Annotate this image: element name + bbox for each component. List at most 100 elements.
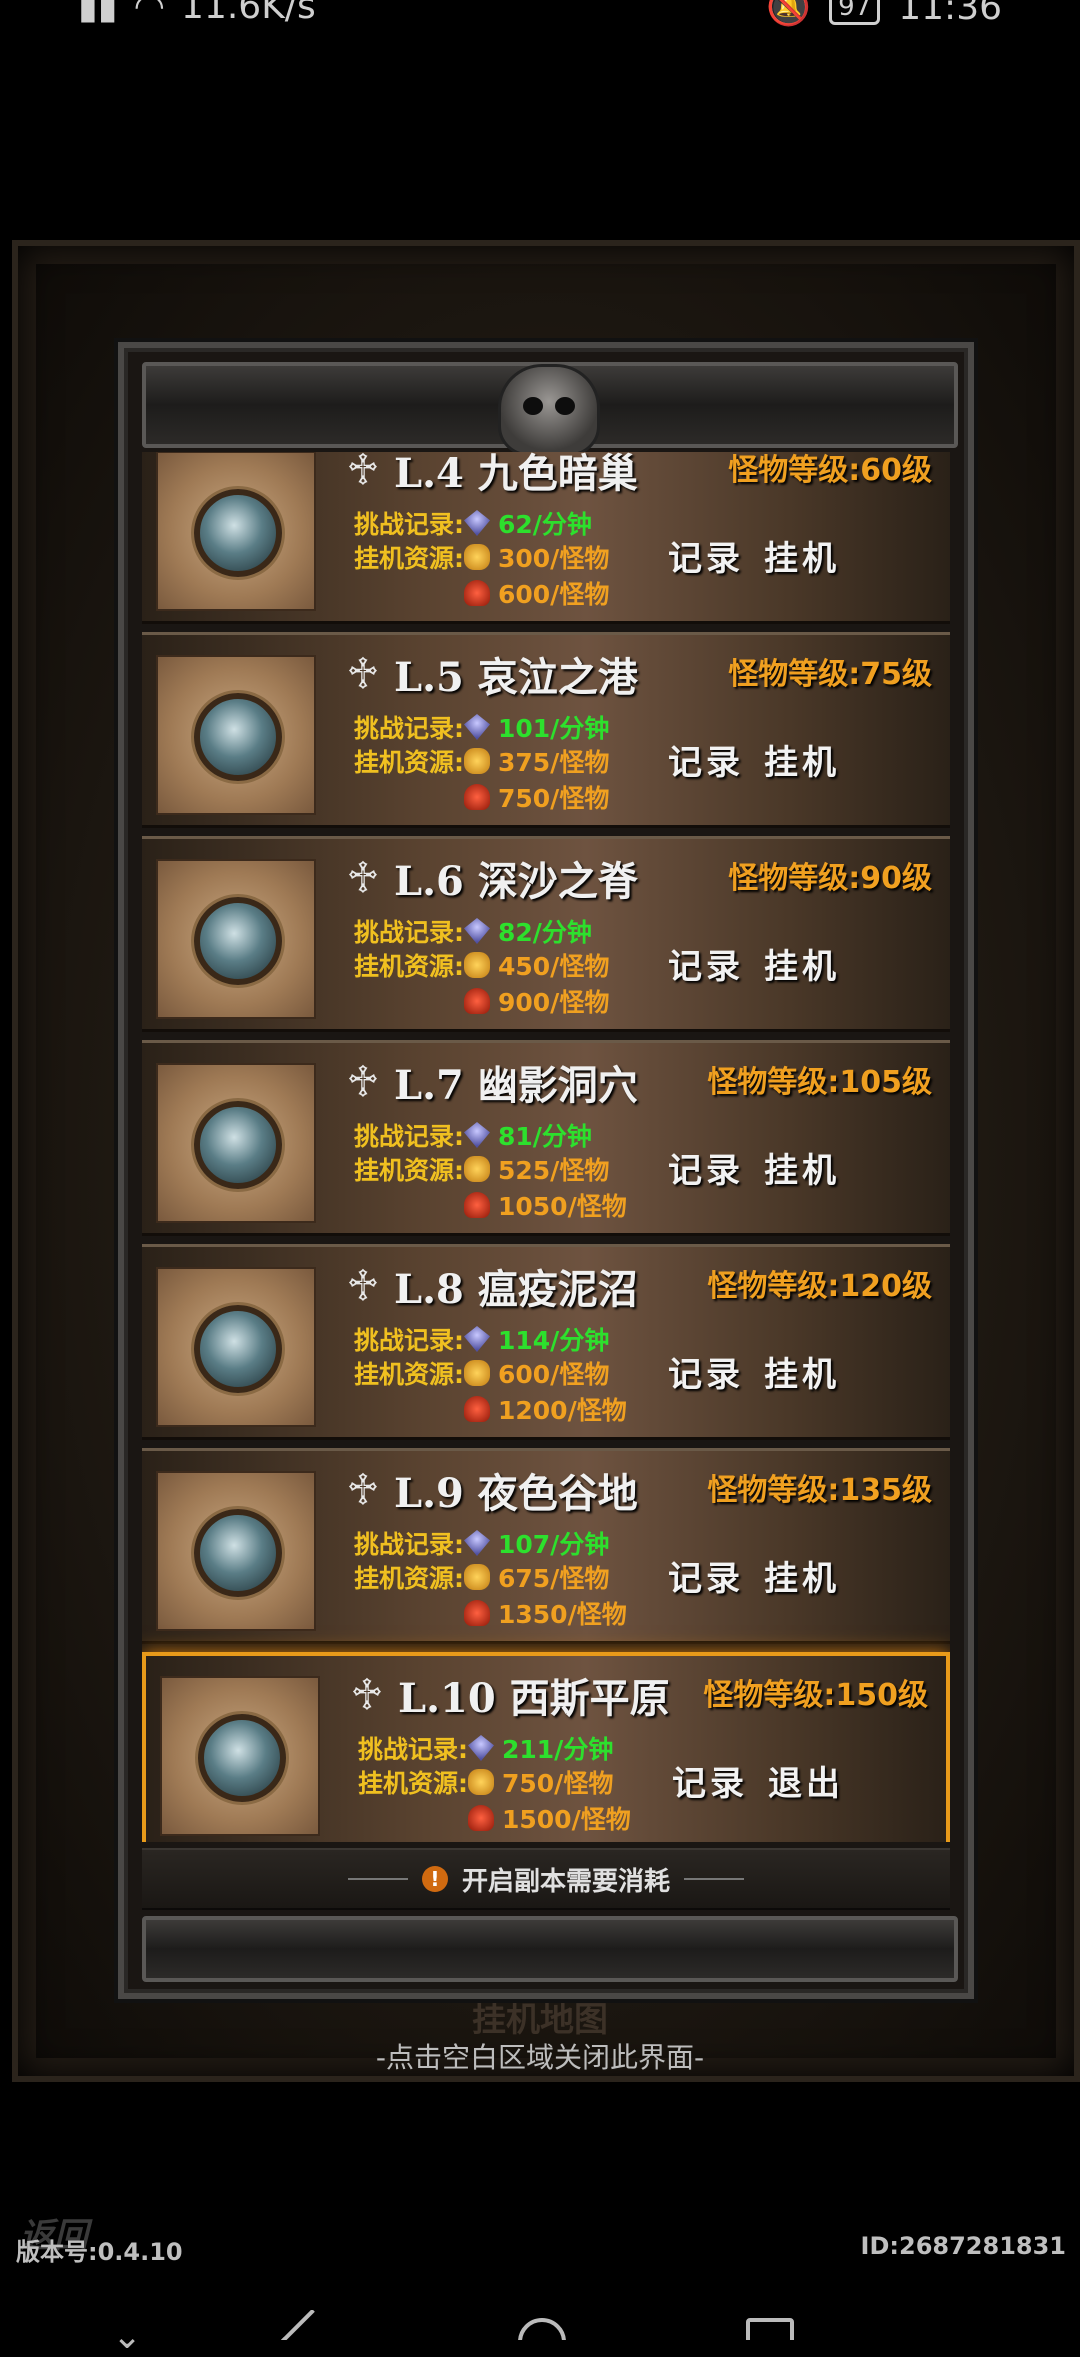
record-button[interactable]: 记录 <box>672 1756 748 1805</box>
resource-value: 750/怪物 <box>498 784 610 813</box>
map-card[interactable]: ♱ L.4 九色暗巢 怪物等级:60级 挑战记录: 62/分钟 挂机资源: 300/怪物 60… <box>142 452 950 624</box>
exclamation-icon: ! <box>421 1866 448 1892</box>
cross-icon: ♱ <box>346 1261 380 1312</box>
map-card[interactable]: ♱ L.10 西斯平原 怪物等级:150级 挑战记录: 211/分钟 挂机资源: 750/怪… <box>142 1652 950 1842</box>
skull-ornament-icon <box>498 364 600 456</box>
network-speed: 11.6K/s <box>181 0 316 27</box>
resource-value: 1200/怪物 <box>498 1396 627 1425</box>
map-level-name: L.9 夜色谷地 <box>394 1470 638 1517</box>
map-orb-icon <box>194 693 282 781</box>
idle-resource-label: 挂机资源: <box>354 748 464 777</box>
map-card[interactable]: ♱ L.9 夜色谷地 怪物等级:135级 挑战记录: 107/分钟 挂机资源: 675/怪物… <box>142 1448 950 1644</box>
resource-icon <box>464 988 490 1014</box>
status-bar: ▮▮ ◠ 11.6K/s 🔕 97 11:36 <box>0 0 1080 28</box>
monster-level: 怪物等级:60级 <box>728 453 932 488</box>
resource-value: 1350/怪物 <box>498 1600 627 1629</box>
divider <box>347 1878 408 1880</box>
signal-icon: ▮▮ <box>78 0 118 27</box>
clock: 11:36 <box>898 0 1002 28</box>
idle-button[interactable]: 挂机 <box>764 1143 840 1192</box>
map-level-name: L.5 哀泣之港 <box>394 654 638 701</box>
map-thumbnail <box>156 1471 316 1631</box>
idle-resource-label: 挂机资源: <box>354 1156 464 1185</box>
resource-icon <box>468 1805 494 1831</box>
challenge-label: 挑战记录: <box>354 1122 464 1151</box>
resource-value: 1500/怪物 <box>502 1805 631 1834</box>
gold-icon <box>464 748 490 774</box>
record-button[interactable]: 记录 <box>668 1143 744 1192</box>
map-level-name: L.8 瘟疫泥沼 <box>394 1266 638 1313</box>
record-button[interactable]: 记录 <box>668 735 744 784</box>
exit-button[interactable]: 退出 <box>768 1756 844 1805</box>
record-button[interactable]: 记录 <box>668 939 744 988</box>
challenge-row: 挑战记录: 81/分钟 <box>354 1117 592 1153</box>
map-select-dialog: ♱ L.4 九色暗巢 怪物等级:60级 挑战记录: 62/分钟 挂机资源: 300/怪物 60… <box>118 342 974 1999</box>
nav-recent-icon[interactable] <box>746 2318 794 2340</box>
resource-row: 900/怪物 <box>464 983 609 1019</box>
record-button[interactable]: 记录 <box>668 531 744 580</box>
cross-icon: ♱ <box>346 853 380 904</box>
user-id-label: ID:2687281831 <box>860 2232 1066 2260</box>
idle-button[interactable]: 挂机 <box>764 531 840 580</box>
map-card[interactable]: ♱ L.6 深沙之脊 怪物等级:90级 挑战记录: 82/分钟 挂机资源: 450/怪物 90… <box>142 836 950 1032</box>
gold-row: 挂机资源: 525/怪物 <box>354 1151 609 1187</box>
map-thumbnail <box>156 452 316 611</box>
resource-icon <box>464 580 490 606</box>
gold-value: 675/怪物 <box>498 1564 610 1593</box>
idle-button[interactable]: 挂机 <box>764 1551 840 1600</box>
idle-button[interactable]: 挂机 <box>764 1347 840 1396</box>
resource-value: 1050/怪物 <box>498 1192 627 1221</box>
gold-value: 525/怪物 <box>498 1156 610 1185</box>
idle-resource-label: 挂机资源: <box>354 952 464 981</box>
mute-bell-icon: 🔕 <box>766 0 812 28</box>
gem-icon <box>464 510 490 536</box>
gold-icon <box>468 1769 494 1795</box>
resource-icon <box>464 1600 490 1626</box>
resource-icon <box>464 1192 490 1218</box>
map-list[interactable]: ♱ L.4 九色暗巢 怪物等级:60级 挑战记录: 62/分钟 挂机资源: 300/怪物 60… <box>142 452 950 1842</box>
challenge-label: 挑战记录: <box>354 918 464 947</box>
resource-row: 1350/怪物 <box>464 1595 627 1631</box>
record-button[interactable]: 记录 <box>668 1347 744 1396</box>
gem-icon <box>464 918 490 944</box>
close-hint[interactable]: -点击空白区域关闭此界面- <box>0 2036 1080 2076</box>
challenge-value: 82/分钟 <box>498 918 592 947</box>
resource-icon <box>464 784 490 810</box>
resource-row: 750/怪物 <box>464 779 609 815</box>
gold-row: 挂机资源: 600/怪物 <box>354 1355 609 1391</box>
map-card[interactable]: ♱ L.5 哀泣之港 怪物等级:75级 挑战记录: 101/分钟 挂机资源: 375/怪物 7… <box>142 632 950 828</box>
status-right: 🔕 97 11:36 <box>766 0 1002 28</box>
idle-resource-label: 挂机资源: <box>354 1360 464 1389</box>
monster-level: 怪物等级:135级 <box>707 1473 932 1508</box>
idle-button[interactable]: 挂机 <box>764 735 840 784</box>
challenge-value: 101/分钟 <box>498 714 610 743</box>
resource-row: 1050/怪物 <box>464 1187 627 1223</box>
map-card[interactable]: ♱ L.7 幽影洞穴 怪物等级:105级 挑战记录: 81/分钟 挂机资源: 525/怪物 1… <box>142 1040 950 1236</box>
gold-value: 375/怪物 <box>498 748 610 777</box>
map-thumbnail <box>156 655 316 815</box>
map-level-name: L.4 九色暗巢 <box>394 452 638 497</box>
map-level-name: L.6 深沙之脊 <box>394 858 638 905</box>
resource-row: 600/怪物 <box>464 575 609 611</box>
map-orb-icon <box>194 1101 282 1189</box>
nav-back-icon[interactable] <box>280 2310 344 2340</box>
cross-icon: ♱ <box>346 452 380 496</box>
record-button[interactable]: 记录 <box>668 1551 744 1600</box>
gold-value: 450/怪物 <box>498 952 610 981</box>
gold-row: 挂机资源: 300/怪物 <box>354 539 609 575</box>
nav-hide-icon[interactable]: ⌄ <box>112 2316 142 2357</box>
resource-row: 1500/怪物 <box>468 1800 631 1836</box>
resource-value: 900/怪物 <box>498 988 610 1017</box>
map-orb-icon <box>194 1509 282 1597</box>
idle-button[interactable]: 挂机 <box>764 939 840 988</box>
gold-icon <box>464 1360 490 1386</box>
gem-icon <box>464 1122 490 1148</box>
resource-icon <box>464 1396 490 1422</box>
gold-value: 600/怪物 <box>498 1360 610 1389</box>
dialog-footer <box>142 1916 958 1982</box>
idle-resource-label: 挂机资源: <box>358 1769 468 1798</box>
monster-level: 怪物等级:120级 <box>707 1269 932 1304</box>
map-card[interactable]: ♱ L.8 瘟疫泥沼 怪物等级:120级 挑战记录: 114/分钟 挂机资源: 600/怪物… <box>142 1244 950 1440</box>
cross-icon: ♱ <box>346 1057 380 1108</box>
nav-home-icon[interactable] <box>518 2318 566 2340</box>
